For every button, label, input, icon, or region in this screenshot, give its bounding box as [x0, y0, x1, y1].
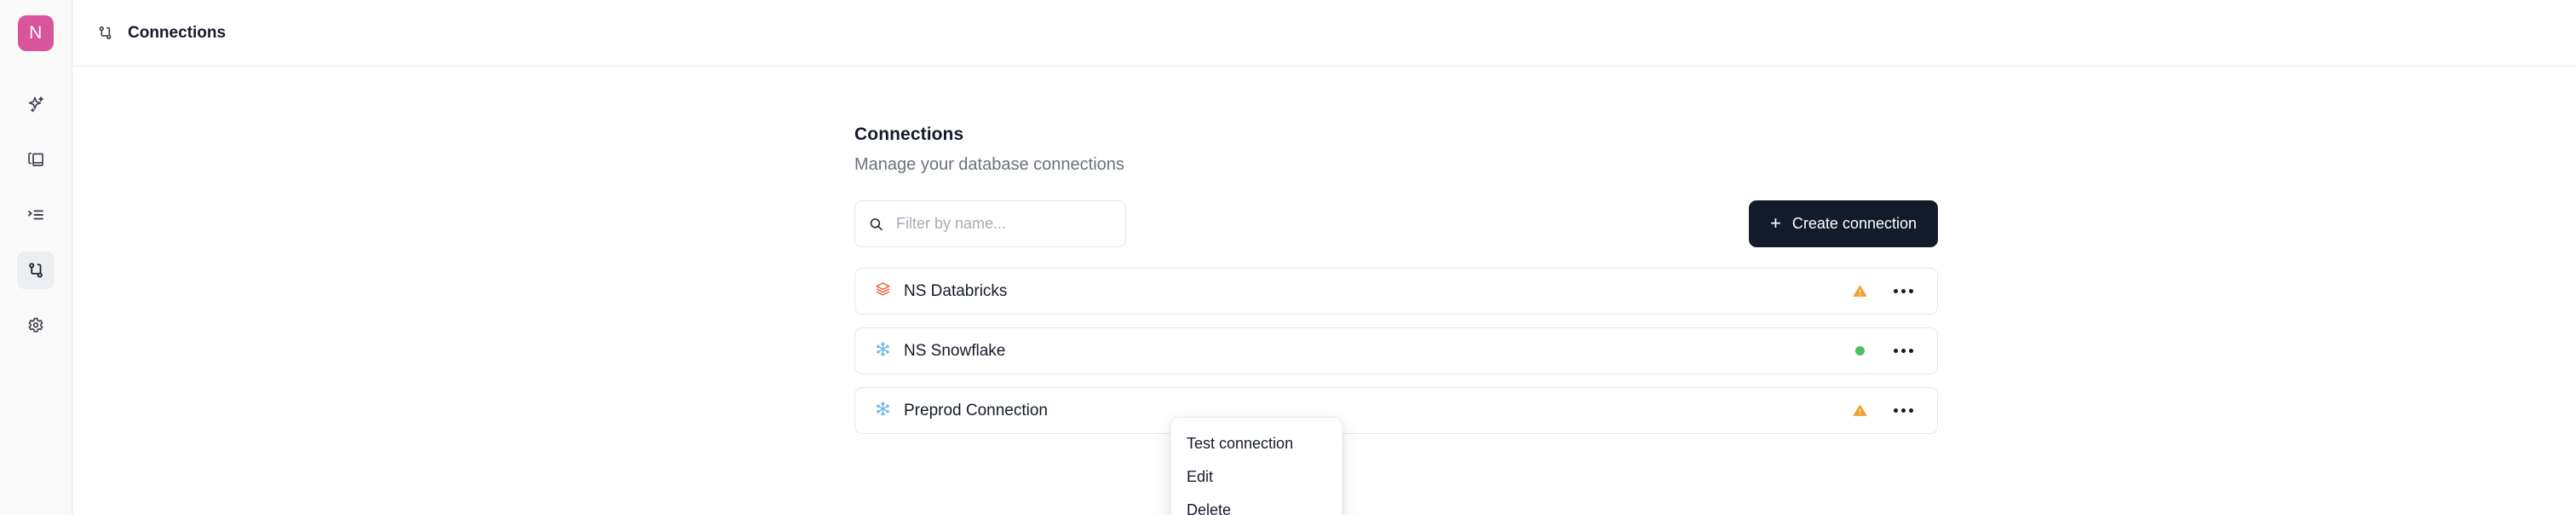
- kebab-dot: [1900, 349, 1906, 353]
- sidebar-item-connections[interactable]: [17, 252, 55, 289]
- warning-icon: [1852, 402, 1868, 419]
- connection-row-main: NS Databricks: [874, 281, 1845, 303]
- kebab-dot: [1900, 289, 1906, 293]
- menu-item-edit[interactable]: Edit: [1171, 460, 1342, 494]
- status-badge: [1845, 283, 1874, 299]
- page-title: Connections: [128, 23, 227, 42]
- connection-row-actions: [1845, 277, 1920, 306]
- status-badge: [1845, 346, 1874, 356]
- main-region: Connections Connections Manage your data…: [72, 0, 2576, 515]
- connection-name: Preprod Connection: [904, 401, 1048, 420]
- menu-item-delete[interactable]: Delete: [1171, 494, 1342, 515]
- connection-row-actions: [1845, 337, 1920, 366]
- connections-list: NS Databricks NS Snowflake Preprod Conne…: [854, 268, 1938, 434]
- sidebar: N: [0, 0, 72, 515]
- app-root: N Connections Connections Manage your da…: [0, 0, 2576, 515]
- sidebar-item-queries[interactable]: [17, 196, 55, 234]
- warning-icon: [1852, 283, 1868, 299]
- workspace-logo[interactable]: N: [18, 15, 54, 51]
- connection-row[interactable]: Preprod Connection: [854, 387, 1938, 434]
- sparkles-icon: [26, 94, 46, 114]
- snowflake-icon: [874, 400, 892, 422]
- snowflake-icon: [874, 340, 892, 362]
- search-field-wrapper: [854, 200, 1126, 247]
- gear-icon: [26, 315, 46, 336]
- kebab-dot: [1893, 349, 1898, 353]
- status-badge: [1845, 402, 1874, 419]
- kebab-dot: [1908, 349, 1913, 353]
- kebab-dot: [1900, 408, 1906, 413]
- books-icon: [26, 149, 46, 170]
- connection-row-main: NS Snowflake: [874, 340, 1845, 362]
- connections-icon: [26, 260, 46, 281]
- connection-name: NS Databricks: [904, 281, 1008, 300]
- list-terminal-icon: [26, 205, 46, 225]
- section-subtitle: Manage your database connections: [854, 155, 1124, 174]
- connection-row[interactable]: NS Databricks: [854, 268, 1938, 315]
- kebab-dot: [1908, 408, 1913, 413]
- menu-item-test-connection[interactable]: Test connection: [1171, 427, 1342, 460]
- connections-icon: [96, 24, 114, 42]
- sidebar-item-library[interactable]: [17, 141, 55, 178]
- connections-panel: Connections Manage your database connect…: [854, 67, 1938, 434]
- row-menu-button[interactable]: [1886, 396, 1920, 425]
- create-connection-button[interactable]: + Create connection: [1749, 200, 1938, 247]
- section-title: Connections: [854, 124, 964, 144]
- databricks-icon: [874, 281, 892, 303]
- create-connection-label: Create connection: [1791, 215, 1917, 232]
- plus-icon: +: [1770, 211, 1781, 234]
- row-menu-button[interactable]: [1886, 277, 1920, 306]
- status-dot-connected: [1854, 346, 1865, 356]
- row-context-menu: Test connection Edit Delete: [1170, 417, 1343, 515]
- sidebar-item-assistant[interactable]: [17, 85, 55, 123]
- connections-toolbar: + Create connection: [854, 200, 1938, 247]
- search-input[interactable]: [854, 200, 1126, 247]
- sidebar-nav: [17, 85, 55, 344]
- connection-name: NS Snowflake: [904, 341, 1006, 360]
- top-bar: Connections: [72, 0, 2576, 67]
- content-area: Connections Manage your database connect…: [72, 67, 2576, 515]
- connection-row[interactable]: NS Snowflake: [854, 327, 1938, 374]
- kebab-dot: [1893, 289, 1898, 293]
- workspace-logo-letter: N: [29, 23, 43, 43]
- sidebar-item-settings[interactable]: [17, 307, 55, 344]
- connection-row-actions: [1845, 396, 1920, 425]
- connection-row-main: Preprod Connection: [874, 400, 1845, 422]
- row-menu-button[interactable]: [1886, 337, 1920, 366]
- search-icon: [868, 216, 884, 232]
- kebab-dot: [1908, 289, 1913, 293]
- kebab-dot: [1893, 408, 1898, 413]
